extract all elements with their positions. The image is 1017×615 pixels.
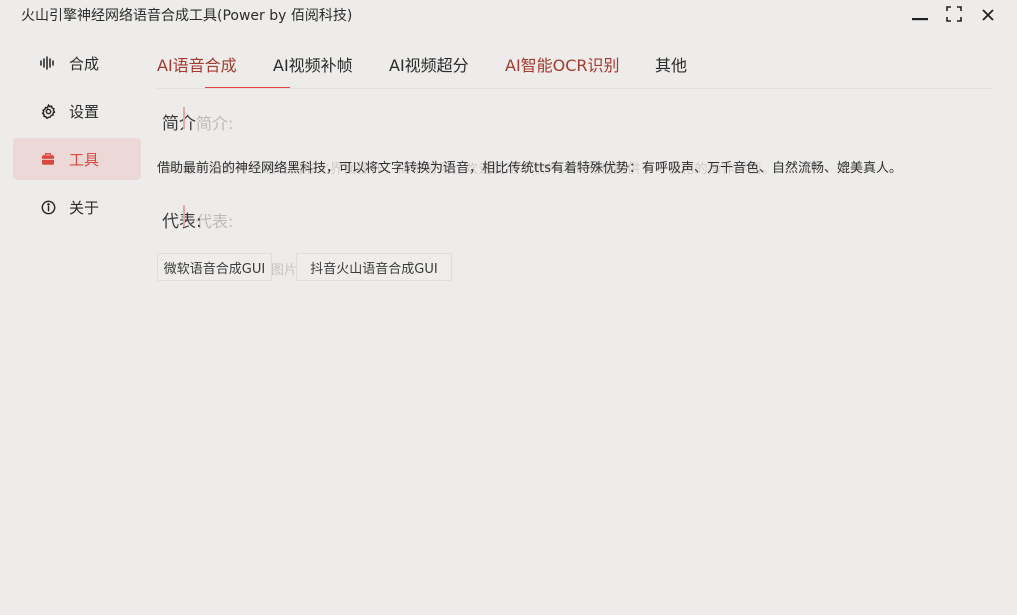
tab-ai-ocr[interactable]: AI智能OCR识别: [505, 52, 620, 76]
tab-ai-video-super-resolution[interactable]: AI视频超分: [389, 52, 469, 76]
close-icon: [981, 7, 995, 26]
tab-other[interactable]: 其他: [655, 52, 687, 76]
sidebar-item-label: 合成: [69, 55, 100, 73]
info-icon: [40, 199, 56, 215]
sidebar-item-synthesis[interactable]: 合成: [13, 42, 141, 84]
sidebar-item-label: 工具: [69, 151, 100, 169]
maximize-icon: [946, 6, 962, 26]
tab-ai-frame-interpolation[interactable]: AI视频补帧: [273, 52, 353, 76]
minimize-icon: [911, 5, 929, 27]
intro-heading: 简介: [162, 114, 196, 134]
maximize-button[interactable]: [941, 4, 967, 28]
text-cursor: [183, 205, 185, 227]
text-cursor: [183, 107, 185, 129]
tab-ai-tts[interactable]: AI语音合成: [157, 52, 237, 76]
sidebar-item-label: 设置: [69, 103, 100, 121]
gear-icon: [40, 103, 56, 119]
tab-divider: [157, 88, 993, 89]
sidebar-nav: 合成 设置 工具 关于: [13, 42, 141, 234]
briefcase-icon: [40, 151, 56, 167]
window-title: 火山引擎神经网络语音合成工具(Power by 佰阅科技): [21, 8, 353, 24]
sidebar-item-label: 关于: [69, 199, 100, 217]
intro-heading-ghost: 简介:: [196, 114, 234, 133]
rep-heading: 代表:: [162, 212, 202, 232]
minimize-button[interactable]: [907, 4, 933, 28]
close-button[interactable]: [975, 4, 1001, 28]
intro-text: 借助最前沿的神经网络黑科技，可以将文字转换为语音，相比传统tts有着特殊优势：有…: [157, 161, 902, 176]
waveform-icon: [40, 55, 56, 71]
link-douyin-volcano-tts-gui[interactable]: 抖音火山语音合成GUI: [296, 253, 452, 281]
app-window: 火山引擎神经网络语音合成工具(Power by 佰阅科技) 合成 设置 工具 关…: [0, 0, 1017, 615]
sidebar-item-about[interactable]: 关于: [13, 186, 141, 228]
sidebar-item-settings[interactable]: 设置: [13, 90, 141, 132]
link-microsoft-tts-gui[interactable]: 微软语音合成GUI: [157, 253, 272, 281]
sidebar-item-tools[interactable]: 工具: [13, 138, 141, 180]
title-bar[interactable]: 火山引擎神经网络语音合成工具(Power by 佰阅科技): [0, 0, 1017, 30]
